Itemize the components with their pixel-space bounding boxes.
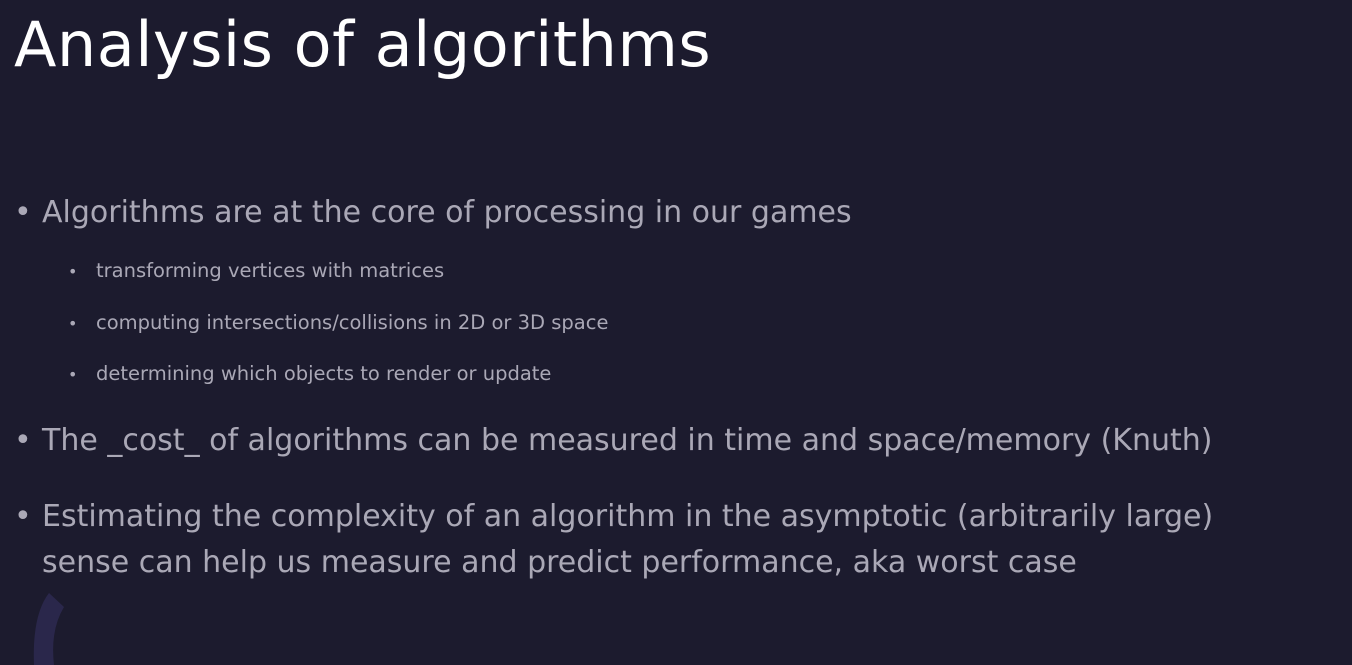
bullet-text: Estimating the complexity of an algorith… — [42, 494, 1213, 586]
sub-bullet-1: • transforming vertices with matrices — [68, 259, 444, 282]
sub-bullet-3: • determining which objects to render or … — [68, 362, 551, 385]
decorative-arc-icon — [33, 593, 64, 665]
bullet-text-line-2: sense can help us measure and predict pe… — [42, 545, 1077, 580]
bullet-dot: • — [68, 365, 78, 384]
bullet-2: • The _cost_ of algorithms can be measure… — [14, 418, 1212, 464]
sub-bullet-text: determining which objects to render or u… — [96, 362, 552, 385]
bullet-dot: • — [14, 499, 32, 534]
bullet-text: The _cost_ of algorithms can be measured… — [42, 423, 1213, 458]
bullet-dot: • — [68, 262, 78, 281]
bullet-3: • Estimating the complexity of an algorit… — [14, 494, 1213, 586]
slide-title: Analysis of algorithms — [14, 8, 712, 81]
sub-bullet-text: transforming vertices with matrices — [96, 259, 445, 282]
bullet-text-line-1: Estimating the complexity of an algorith… — [42, 499, 1214, 534]
bullet-dot: • — [14, 195, 32, 230]
sub-bullet-2: • computing intersections/collisions in 2… — [68, 311, 608, 334]
sub-bullet-text: computing intersections/collisions in 2D… — [96, 311, 609, 334]
bullet-dot: • — [14, 423, 32, 458]
bullet-text: Algorithms are at the core of processing… — [42, 195, 852, 230]
bullet-1: • Algorithms are at the core of processin… — [14, 190, 852, 236]
bullet-dot: • — [68, 314, 78, 333]
